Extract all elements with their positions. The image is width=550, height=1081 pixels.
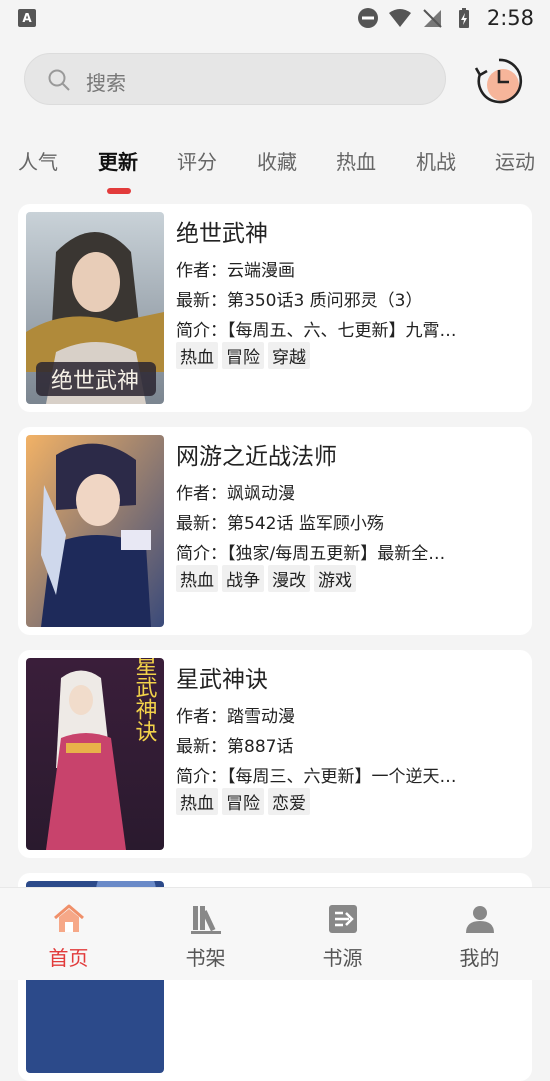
- comic-cover[interactable]: 星武神诀: [26, 658, 164, 850]
- cover-logo-text: 绝世武神: [51, 369, 139, 394]
- nav-profile[interactable]: 我的: [411, 888, 548, 980]
- search-icon: [48, 69, 70, 91]
- comic-latest-chapter: 最新：第350话3 质问邪灵（3）: [176, 291, 423, 311]
- tag: 穿越: [268, 342, 310, 369]
- comic-title: 星武神诀: [176, 667, 268, 693]
- tab-favorites[interactable]: 收藏: [257, 146, 297, 175]
- comic-title: 网游之近战法师: [176, 444, 337, 470]
- comic-tags: 热血 战争 漫改 游戏: [176, 565, 356, 592]
- comic-card[interactable]: 绝世武神 绝世武神 作者：云端漫画 最新：第350话3 质问邪灵（3） 简介：【…: [18, 204, 532, 412]
- no-signal-icon: [423, 9, 442, 28]
- profile-icon: [465, 906, 494, 933]
- bookshelf-icon: [190, 906, 221, 934]
- wifi-icon: [388, 9, 411, 27]
- tab-sports[interactable]: 运动: [495, 146, 535, 175]
- tag: 热血: [176, 788, 218, 815]
- comic-latest-chapter: 最新：第542话 监军顾小殇: [176, 514, 384, 534]
- comic-cover[interactable]: [26, 435, 164, 627]
- tab-rating[interactable]: 评分: [177, 146, 217, 175]
- battery-charging-icon: [458, 8, 469, 28]
- comic-author: 作者：云端漫画: [176, 261, 295, 281]
- tag: 冒险: [222, 788, 264, 815]
- cover-logo-text: 星武神诀: [132, 658, 158, 742]
- search-input[interactable]: 搜索: [24, 53, 446, 105]
- bottom-navigation: 首页 书架 书源 我的: [0, 887, 550, 980]
- comic-title: 绝世武神: [176, 221, 268, 247]
- tab-mecha[interactable]: 机战: [416, 146, 456, 175]
- tab-updates[interactable]: 更新: [98, 146, 138, 175]
- comic-tags: 热血 冒险 恋爱: [176, 788, 310, 815]
- comic-intro: 简介：【独家/每周五更新】最新全…: [176, 544, 446, 564]
- search-placeholder: 搜索: [86, 71, 126, 95]
- comic-intro: 简介：【每周五、六、七更新】九霄…: [176, 321, 457, 341]
- app-notification-icon: A: [18, 9, 36, 27]
- nav-label: 首页: [48, 946, 89, 970]
- comic-intro: 简介：【每周三、六更新】一个逆天…: [176, 767, 457, 787]
- category-tabs: 人气 更新 评分 收藏 热血 机战 运动: [0, 140, 550, 200]
- nav-label: 我的: [459, 946, 500, 970]
- tag: 战争: [222, 565, 264, 592]
- comic-author: 作者：踏雪动漫: [176, 707, 295, 727]
- comic-tags: 热血 冒险 穿越: [176, 342, 310, 369]
- do-not-disturb-icon: [357, 8, 378, 28]
- comic-card[interactable]: 网游之近战法师 作者：飒飒动漫 最新：第542话 监军顾小殇 简介：【独家/每周…: [18, 427, 532, 635]
- nav-label: 书架: [185, 946, 226, 970]
- comic-cover[interactable]: 绝世武神: [26, 212, 164, 404]
- tab-popular[interactable]: 人气: [18, 146, 58, 175]
- home-icon: [53, 904, 84, 932]
- active-tab-indicator: [107, 188, 131, 194]
- tag: 热血: [176, 342, 218, 369]
- tag: 恋爱: [268, 788, 310, 815]
- comic-author: 作者：飒飒动漫: [176, 484, 295, 504]
- tag: 冒险: [222, 342, 264, 369]
- nav-home[interactable]: 首页: [0, 888, 137, 980]
- status-time: 2:58: [486, 6, 534, 30]
- comic-latest-chapter: 最新：第887话: [176, 737, 294, 757]
- tab-hot-blood[interactable]: 热血: [336, 146, 376, 175]
- history-clock-icon[interactable]: [474, 56, 524, 106]
- nav-bookshelf[interactable]: 书架: [137, 888, 274, 980]
- tag: 游戏: [314, 565, 356, 592]
- comic-card[interactable]: 星武神诀 星武神诀 作者：踏雪动漫 最新：第887话 简介：【每周三、六更新】一…: [18, 650, 532, 858]
- nav-label: 书源: [322, 946, 363, 970]
- status-bar: A 2:58: [0, 0, 550, 36]
- tag: 漫改: [268, 565, 310, 592]
- tag: 热血: [176, 565, 218, 592]
- source-icon: [328, 905, 357, 933]
- nav-source[interactable]: 书源: [274, 888, 411, 980]
